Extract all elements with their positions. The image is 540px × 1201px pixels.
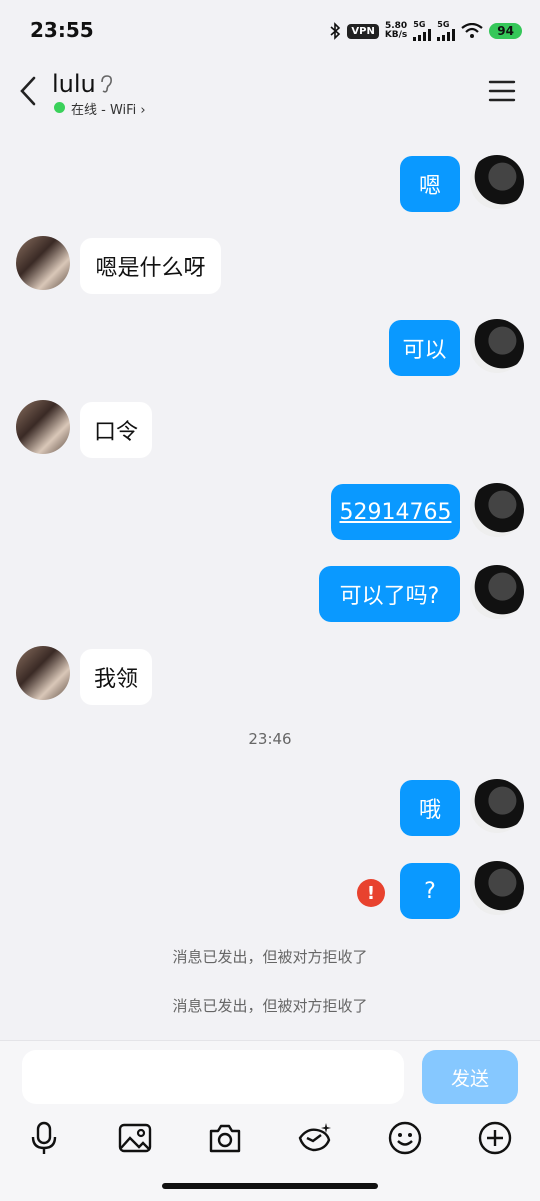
my-avatar[interactable] — [470, 565, 524, 619]
vpn-badge: VPN — [347, 23, 379, 39]
contact-name[interactable]: lulu — [52, 70, 96, 98]
message-input[interactable] — [22, 1050, 404, 1104]
status-time: 23:55 — [30, 18, 94, 42]
camera-icon[interactable] — [207, 1120, 243, 1156]
contact-avatar[interactable] — [16, 646, 70, 700]
my-avatar[interactable] — [470, 483, 524, 537]
contact-status[interactable]: 在线 - WiFi › — [71, 99, 146, 118]
my-avatar[interactable] — [470, 861, 524, 915]
send-failed-icon[interactable]: ! — [357, 879, 385, 907]
system-note: 消息已发出，但被对方拒收了 — [172, 997, 368, 1015]
bluetooth-icon — [330, 22, 341, 40]
send-button[interactable]: 发送 — [422, 1050, 518, 1104]
back-icon[interactable] — [14, 74, 42, 108]
mic-icon[interactable] — [26, 1120, 62, 1156]
signal-1: 5G — [413, 21, 432, 41]
battery-indicator: 94 — [489, 23, 522, 39]
message-bubble-mine[interactable]: 可以了吗? — [319, 566, 460, 622]
message-bubble-mine[interactable]: ? — [400, 863, 460, 919]
home-indicator[interactable] — [162, 1183, 378, 1189]
my-avatar[interactable] — [470, 155, 524, 209]
message-bubble-mine[interactable]: 可以 — [389, 320, 460, 376]
emoji-icon[interactable] — [387, 1120, 423, 1156]
contact-avatar[interactable] — [16, 236, 70, 290]
message-bubble-theirs[interactable]: 嗯是什么呀 — [80, 238, 221, 294]
ear-icon — [101, 75, 112, 93]
contact-avatar[interactable] — [16, 400, 70, 454]
message-bubble-theirs[interactable]: 口令 — [80, 402, 152, 458]
message-bubble-mine[interactable]: 哦 — [400, 780, 460, 836]
network-speed: 5.80 KB/s — [384, 21, 408, 40]
image-icon[interactable] — [117, 1120, 153, 1156]
message-bubble-theirs[interactable]: 我领 — [80, 649, 152, 705]
message-bubble-mine[interactable]: 嗯 — [400, 156, 460, 212]
menu-icon[interactable] — [488, 78, 516, 104]
my-avatar[interactable] — [470, 319, 524, 373]
my-avatar[interactable] — [470, 779, 524, 833]
signal-2: 5G — [437, 21, 456, 41]
wifi-icon — [461, 23, 483, 38]
red-packet-icon[interactable] — [297, 1120, 333, 1156]
time-divider: 23:46 — [248, 730, 292, 748]
message-bubble-mine-link[interactable]: 52914765 — [331, 484, 460, 540]
system-note: 消息已发出，但被对方拒收了 — [172, 948, 368, 966]
plus-icon[interactable] — [477, 1120, 513, 1156]
online-dot — [54, 102, 65, 113]
status-icons: VPN 5.80 KB/s 5G 5G 94 — [329, 18, 522, 44]
